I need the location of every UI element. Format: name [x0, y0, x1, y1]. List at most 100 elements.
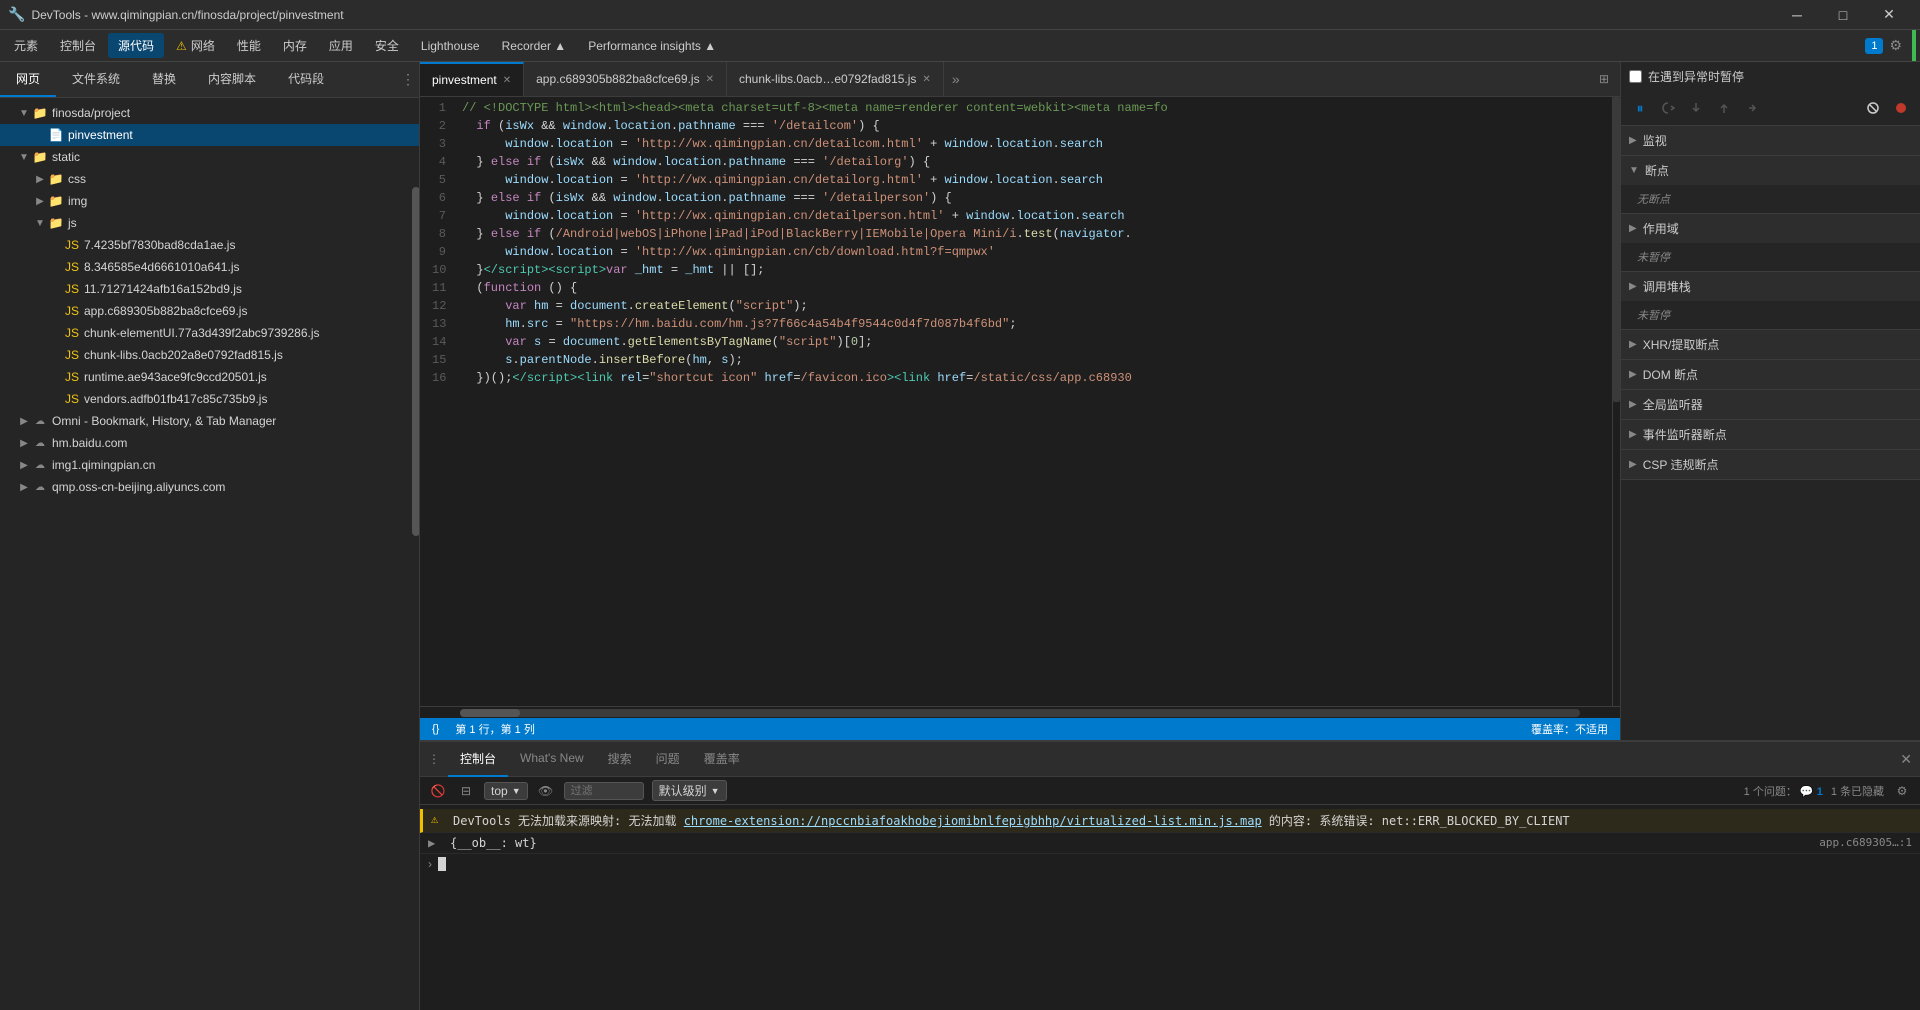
xhr-arrow: ▶ [1629, 339, 1637, 350]
menu-item-elements[interactable]: 元素 [4, 33, 48, 58]
dom-arrow: ▶ [1629, 369, 1637, 380]
menu-item-network[interactable]: ⚠网络 [166, 33, 225, 58]
hscroll-thumb[interactable] [460, 709, 520, 717]
close-bottom-panel-button[interactable]: ✕ [1900, 751, 1912, 768]
console-menu-icon[interactable]: ⋮ [428, 752, 440, 766]
hscroll-track[interactable] [460, 709, 1580, 717]
folder-icon: 📁 [32, 150, 48, 164]
bottom-tab-search[interactable]: 搜索 [596, 742, 644, 777]
dom-header[interactable]: ▶ DOM 断点 [1621, 360, 1920, 389]
pause-on-exception-checkbox[interactable] [1629, 70, 1642, 83]
more-tabs-button[interactable]: » [944, 71, 968, 87]
menu-item-sources[interactable]: 源代码 [108, 33, 164, 58]
bottom-tab-console[interactable]: 控制台 [448, 742, 508, 777]
tree-item-omni[interactable]: ▶ ☁ Omni - Bookmark, History, & Tab Mana… [0, 410, 419, 432]
tree-item-js3[interactable]: JS 11.71271424afb16a152bd9.js [0, 278, 419, 300]
watch-header[interactable]: ▶ 监视 [1621, 126, 1920, 155]
context-selector[interactable]: top ▼ [484, 782, 528, 800]
tab-snippets[interactable]: 代码段 [272, 62, 340, 97]
tree-label: 7.4235bf7830bad8cda1ae.js [84, 238, 235, 252]
console-settings-button[interactable]: ⚙ [1892, 781, 1912, 801]
scope-header[interactable]: ▶ 作用域 [1621, 214, 1920, 243]
bottom-tab-whats-new[interactable]: What's New [508, 742, 596, 777]
global-listeners-header[interactable]: ▶ 全局监听器 [1621, 390, 1920, 419]
tree-item-js[interactable]: ▼ 📁 js [0, 212, 419, 234]
pause-resume-button[interactable]: ⏸ [1629, 97, 1651, 119]
csp-arrow: ▶ [1629, 459, 1637, 470]
close-button[interactable]: ✕ [1866, 0, 1912, 30]
step-out-button[interactable] [1713, 97, 1735, 119]
folder-icon: 📁 [48, 216, 64, 230]
csp-header[interactable]: ▶ CSP 违规断点 [1621, 450, 1920, 479]
code-content[interactable]: 1 // <!DOCTYPE html><html><head><meta ch… [420, 97, 1612, 706]
menu-item-memory[interactable]: 内存 [273, 33, 317, 58]
tree-item-css[interactable]: ▶ 📁 css [0, 168, 419, 190]
step-into-button[interactable] [1685, 97, 1707, 119]
deactivate-breakpoints-button[interactable] [1862, 97, 1884, 119]
tab-app-js[interactable]: app.c689305b882ba8cfce69.js ✕ [524, 62, 727, 97]
xhr-header[interactable]: ▶ XHR/提取断点 [1621, 330, 1920, 359]
menu-item-performance-insights[interactable]: Performance insights ▲ [578, 35, 726, 57]
notification-badge[interactable]: 1 [1865, 38, 1883, 54]
dom-section: ▶ DOM 断点 [1621, 360, 1920, 390]
file-panel: 网页 文件系统 替换 内容脚本 代码段 ⋮ ▼ 📁 finosda/projec… [0, 62, 420, 1010]
global-listeners-label: 全局监听器 [1643, 396, 1703, 413]
tree-item-static[interactable]: ▼ 📁 static [0, 146, 419, 168]
js-file-icon: JS [64, 304, 80, 318]
tree-item-js1[interactable]: JS 7.4235bf7830bad8cda1ae.js [0, 234, 419, 256]
tab-webpage[interactable]: 网页 [0, 62, 56, 97]
tab-chunk-libs[interactable]: chunk-libs.0acb…e0792fad815.js ✕ [727, 62, 944, 97]
minimize-button[interactable]: ─ [1774, 0, 1820, 30]
bottom-tab-issues[interactable]: 问题 [644, 742, 692, 777]
level-selector[interactable]: 默认级别 ▼ [652, 780, 727, 801]
editor-hscroll[interactable] [420, 706, 1620, 718]
tree-item-js8[interactable]: JS vendors.adfb01fb417c85c735b9.js [0, 388, 419, 410]
tree-item-js2[interactable]: JS 8.346585e4d6661010a641.js [0, 256, 419, 278]
tab-filesystem[interactable]: 文件系统 [56, 62, 136, 97]
tab-content-scripts[interactable]: 内容脚本 [192, 62, 272, 97]
tree-item-js4[interactable]: JS app.c689305b882ba8cfce69.js [0, 300, 419, 322]
breakpoints-header[interactable]: ▼ 断点 [1621, 156, 1920, 185]
settings-icon[interactable]: ⚙ [1889, 37, 1902, 54]
stop-recording-button[interactable] [1890, 97, 1912, 119]
close-tab-icon[interactable]: ✕ [922, 74, 930, 85]
menu-item-lighthouse[interactable]: Lighthouse [411, 35, 490, 57]
expand-icon[interactable]: ▶ [428, 836, 444, 850]
tree-item-qmp[interactable]: ▶ ☁ qmp.oss-cn-beijing.aliyuncs.com [0, 476, 419, 498]
menu-item-recorder[interactable]: Recorder ▲ [492, 35, 577, 57]
js-file-icon: JS [64, 238, 80, 252]
callstack-section: ▶ 调用堆栈 未暂停 [1621, 272, 1920, 330]
bottom-tab-coverage[interactable]: 覆盖率 [692, 742, 752, 777]
close-tab-icon[interactable]: ✕ [706, 74, 714, 85]
more-options-icon[interactable]: ⋮ [401, 71, 415, 88]
menu-item-console[interactable]: 控制台 [50, 33, 106, 58]
toggle-sidebar-icon[interactable]: ⊞ [1592, 67, 1616, 91]
tree-item-pinvestment[interactable]: 📄 pinvestment [0, 124, 419, 146]
tree-item-img1[interactable]: ▶ ☁ img1.qimingpian.cn [0, 454, 419, 476]
console-filter-input[interactable] [564, 782, 644, 800]
menu-item-application[interactable]: 应用 [319, 33, 363, 58]
close-tab-icon[interactable]: ✕ [503, 75, 511, 86]
clear-console-button[interactable]: 🚫 [428, 781, 448, 801]
tree-item-hmbaidu[interactable]: ▶ ☁ hm.baidu.com [0, 432, 419, 454]
tree-item-finosda[interactable]: ▼ 📁 finosda/project [0, 102, 419, 124]
callstack-header[interactable]: ▶ 调用堆栈 [1621, 272, 1920, 301]
tree-item-js6[interactable]: JS chunk-libs.0acb202a8e0792fad815.js [0, 344, 419, 366]
cloud-icon: ☁ [32, 416, 48, 427]
menu-item-performance[interactable]: 性能 [227, 33, 271, 58]
event-listeners-header[interactable]: ▶ 事件监听器断点 [1621, 420, 1920, 449]
file-tree: ▼ 📁 finosda/project 📄 pinvestment ▼ 📁 st… [0, 98, 419, 1010]
console-warning-link[interactable]: chrome-extension://npccnbiafoakhobejiomi… [684, 814, 1262, 828]
tab-replace[interactable]: 替换 [136, 62, 192, 97]
tab-pinvestment[interactable]: pinvestment ✕ [420, 62, 524, 97]
step-button[interactable] [1741, 97, 1763, 119]
maximize-button[interactable]: □ [1820, 0, 1866, 30]
menu-item-security[interactable]: 安全 [365, 33, 409, 58]
tree-item-js7[interactable]: JS runtime.ae943ace9fc9ccd20501.js [0, 366, 419, 388]
tree-item-js5[interactable]: JS chunk-elementUI.77a3d439f2abc9739286.… [0, 322, 419, 344]
tree-item-img[interactable]: ▶ 📁 img [0, 190, 419, 212]
editor-vscroll[interactable] [1612, 97, 1620, 706]
eye-button[interactable]: 👁 [536, 781, 556, 801]
step-over-button[interactable] [1657, 97, 1679, 119]
tree-label: vendors.adfb01fb417c85c735b9.js [84, 392, 267, 406]
